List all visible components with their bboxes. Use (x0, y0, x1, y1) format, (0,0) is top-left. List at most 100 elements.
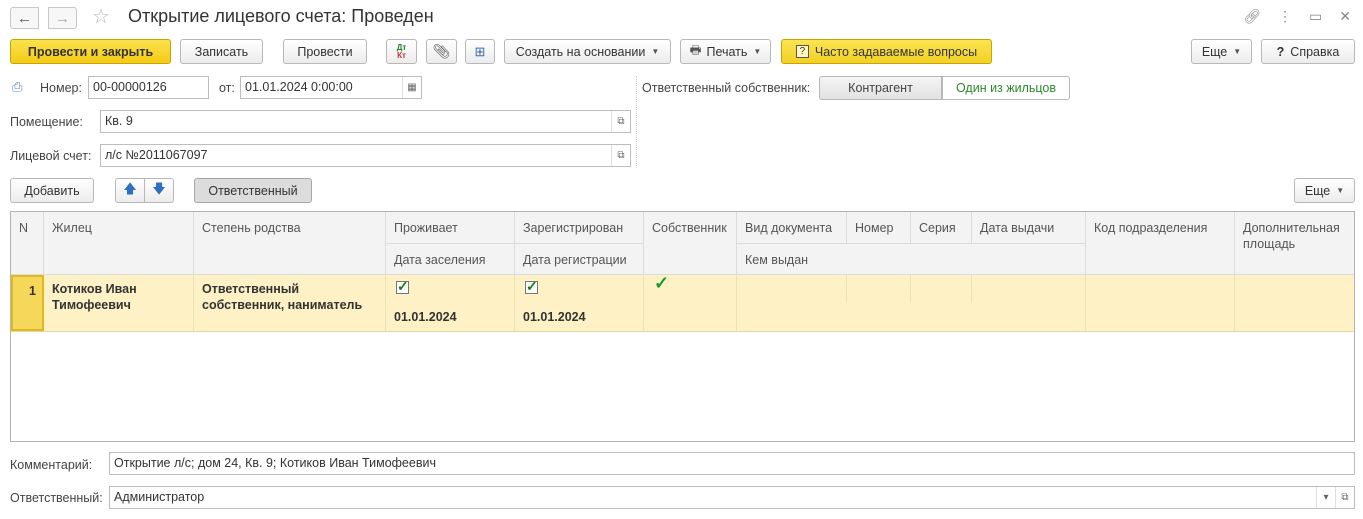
table-more-button[interactable]: Еще ▼ (1294, 178, 1355, 203)
header-extra-area[interactable]: Дополнительная площадь (1235, 212, 1354, 275)
table-more-label: Еще (1304, 183, 1331, 198)
registered-cell[interactable] (515, 275, 644, 303)
move-up-button[interactable]: 🡅 (115, 178, 145, 203)
header-move-in[interactable]: Дата заселения (386, 244, 515, 275)
premises-value: Кв. 9 (105, 114, 133, 128)
residents-table[interactable]: N Жилец Степень родства Проживает Дата з… (10, 211, 1355, 442)
add-row-button[interactable]: Добавить (10, 178, 94, 203)
header-series[interactable]: Серия (911, 212, 972, 244)
create-based-label: Создать на основании (515, 44, 646, 59)
more-vertical-icon[interactable]: ⋮ (1278, 8, 1292, 25)
forward-button[interactable]: → (48, 7, 77, 29)
post-button[interactable]: Провести (283, 39, 367, 64)
extra-area-cell[interactable] (1235, 275, 1354, 331)
resident-cell[interactable]: Котиков Иван Тимофеевич (44, 275, 194, 331)
open-icon[interactable]: ⧉ (1335, 487, 1354, 508)
registered-checkbox[interactable] (525, 278, 538, 294)
row-divider (11, 331, 1354, 332)
open-icon[interactable]: ⧉ (611, 145, 630, 166)
arrow-right-icon: → (55, 9, 70, 27)
structure-button[interactable]: ⊞ (465, 39, 495, 64)
header-lives[interactable]: Проживает (386, 212, 515, 244)
header-number[interactable]: Номер (847, 212, 911, 244)
column-divider (636, 76, 637, 168)
dt-kt-button[interactable]: Дт Кт (386, 39, 417, 64)
header-reg-date[interactable]: Дата регистрации (515, 244, 644, 275)
responsible-field[interactable]: Администратор ▾ ⧉ (109, 486, 1355, 509)
header-issued-by[interactable]: Кем выдан (737, 244, 1086, 275)
more-button[interactable]: Еще ▼ (1191, 39, 1252, 64)
account-field[interactable]: л/с №2011067097 ⧉ (100, 144, 631, 167)
reg-date-cell[interactable]: 01.01.2024 (515, 303, 644, 331)
owner-label: Ответственный собственник: (642, 81, 811, 95)
maximize-icon[interactable]: ▭ (1309, 8, 1322, 25)
kinship-cell[interactable]: Ответственный собственник, наниматель (194, 275, 386, 331)
question-icon: ? (795, 45, 809, 58)
header-doc-type[interactable]: Вид документа (737, 212, 847, 244)
check-icon: ✓ (654, 273, 670, 293)
arrow-left-icon: ← (17, 9, 32, 27)
responsible-value: Администратор (114, 490, 205, 504)
owner-cell[interactable]: ✓ (644, 273, 737, 331)
issue-date-cell[interactable] (972, 275, 1086, 303)
premises-field[interactable]: Кв. 9 ⧉ (100, 110, 631, 133)
comment-label: Комментарий: (10, 458, 93, 472)
doc-number-cell[interactable] (847, 275, 911, 303)
responsible-label: Ответственный: (10, 491, 103, 505)
number-field[interactable]: 00-00000126 (88, 76, 209, 99)
attach-button[interactable]: 📎︎ (426, 39, 457, 64)
help-label: Справка (1290, 44, 1340, 59)
lives-checkbox[interactable] (396, 278, 409, 294)
post-and-close-button[interactable]: Провести и закрыть (10, 39, 171, 64)
link-icon[interactable]: 🔗︎ (1243, 8, 1261, 25)
header-dept-code[interactable]: Код подразделения (1086, 212, 1235, 275)
header-owner[interactable]: Собственник (644, 212, 737, 275)
header-resident[interactable]: Жилец (44, 212, 194, 275)
close-icon[interactable]: ✕ (1339, 8, 1351, 25)
hierarchy-icon: ⊞ (474, 43, 486, 59)
faq-button[interactable]: ? Часто задаваемые вопросы (781, 39, 992, 64)
print-label: Печать (706, 44, 748, 59)
back-button[interactable]: ← (10, 7, 39, 29)
premises-label: Помещение: (10, 115, 83, 129)
save-button[interactable]: Записать (180, 39, 263, 64)
chevron-down-icon: ▼ (753, 47, 762, 56)
dropdown-icon[interactable]: ▾ (1316, 487, 1335, 508)
date-field[interactable]: 01.01.2024 0:00:00 ▦ (240, 76, 422, 99)
move-down-button[interactable]: 🡇 (144, 178, 174, 203)
calendar-icon[interactable]: ▦ (402, 77, 421, 98)
doc-type-cell[interactable] (737, 275, 847, 303)
account-value: л/с №2011067097 (105, 148, 208, 162)
header-issue-date[interactable]: Дата выдачи (972, 212, 1086, 244)
more-label: Еще (1201, 44, 1228, 59)
printer-icon: 🖶︎ (689, 43, 702, 57)
print-button[interactable]: 🖶︎ Печать ▼ (680, 39, 771, 64)
chevron-down-icon: ▼ (651, 47, 660, 56)
window-title: Открытие лицевого счета: Проведен (128, 6, 434, 26)
move-in-cell[interactable]: 01.01.2024 (386, 303, 515, 331)
dt-kt-icon: Дт Кт (396, 42, 407, 60)
doc-series-cell[interactable] (911, 275, 972, 303)
number-label: Номер: (40, 81, 82, 95)
dept-code-cell[interactable] (1086, 275, 1235, 331)
faq-label: Часто задаваемые вопросы (814, 44, 978, 59)
date-label: от: (219, 81, 235, 95)
owner-option-counterparty[interactable]: Контрагент (819, 76, 942, 100)
issued-by-cell[interactable] (737, 303, 1086, 331)
create-based-on-button[interactable]: Создать на основании ▼ (504, 39, 671, 64)
help-icon: ? (1276, 44, 1285, 59)
document-icon: ⎙ (12, 79, 23, 94)
lives-cell[interactable] (386, 275, 515, 303)
owner-option-resident[interactable]: Один из жильцов (942, 76, 1070, 100)
favorite-star-icon[interactable]: ☆ (92, 4, 110, 29)
responsible-toggle-button[interactable]: Ответственный (194, 178, 312, 203)
chevron-down-icon: ▼ (1233, 47, 1242, 56)
header-n[interactable]: N (11, 212, 44, 275)
comment-field[interactable]: Открытие л/с; дом 24, Кв. 9; Котиков Ива… (109, 452, 1355, 475)
header-registered[interactable]: Зарегистрирован (515, 212, 644, 244)
row-number-cell[interactable]: 1 (11, 275, 44, 331)
open-icon[interactable]: ⧉ (611, 111, 630, 132)
help-button[interactable]: ? Справка (1261, 39, 1355, 64)
account-label: Лицевой счет: (10, 149, 92, 163)
header-kinship[interactable]: Степень родства (194, 212, 386, 275)
